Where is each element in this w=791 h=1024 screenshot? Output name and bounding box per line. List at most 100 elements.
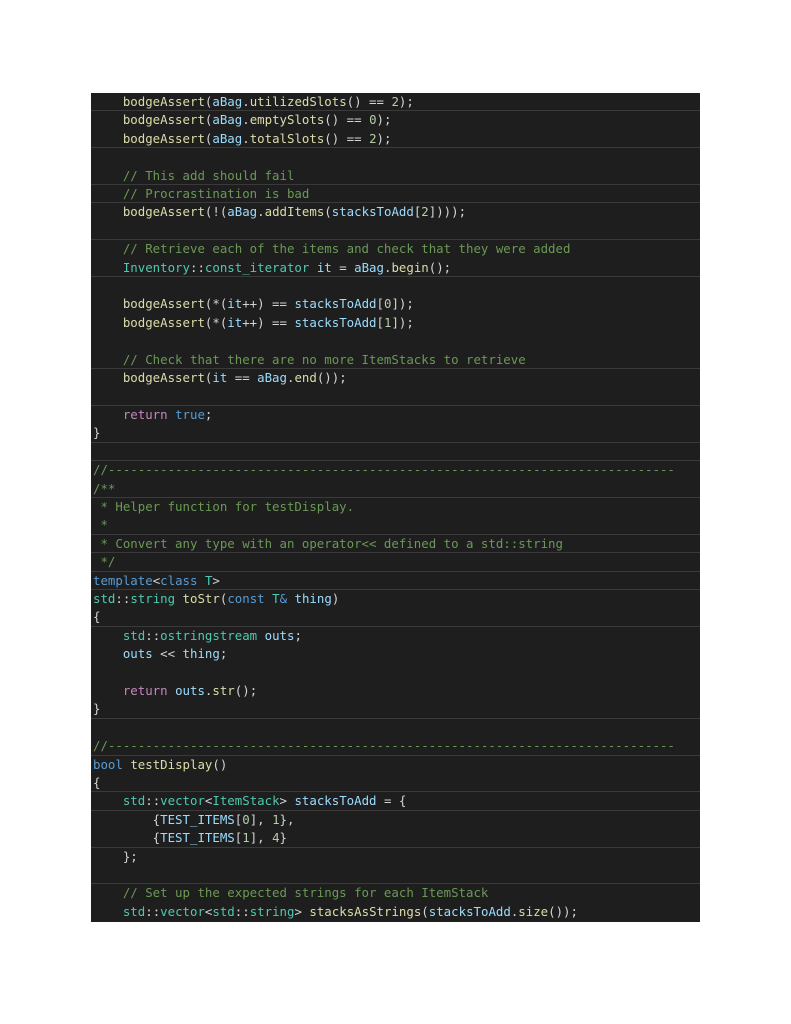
code-line[interactable]: }	[91, 700, 700, 719]
code-line[interactable]	[91, 719, 700, 737]
code-line[interactable]: std::vector<std::string> stacksAsStrings…	[91, 903, 700, 921]
code-type: T	[272, 590, 280, 606]
code-text: },	[279, 811, 295, 827]
code-text: );	[376, 112, 392, 128]
code-text: () ==	[324, 130, 370, 146]
code-line[interactable]: bodgeAssert(aBag.utilizedSlots() == 2);	[91, 93, 700, 112]
code-line[interactable]: {TEST_ITEMS[1], 4}	[91, 829, 700, 848]
code-line[interactable]	[91, 866, 700, 885]
code-text: () ==	[346, 94, 392, 109]
code-text: {	[93, 811, 161, 827]
code-line[interactable]: bodgeAssert(it == aBag.end());	[91, 369, 700, 387]
code-comment: //--------------------------------------…	[93, 462, 675, 478]
code-line[interactable]	[91, 388, 700, 406]
code-line[interactable]: bodgeAssert(aBag.emptySlots() == 0);	[91, 111, 700, 129]
code-line[interactable]: bool testDisplay()	[91, 756, 700, 774]
code-keyword: true	[175, 406, 205, 422]
code-line[interactable]: outs << thing;	[91, 645, 700, 663]
code-text: [	[376, 296, 384, 312]
code-line[interactable]: * Convert any type with an operator<< de…	[91, 535, 700, 554]
code-line[interactable]: bodgeAssert(*(it++) == stacksToAdd[1]);	[91, 314, 700, 332]
code-number: 1	[272, 811, 280, 827]
code-line[interactable]: * Helper function for testDisplay.	[91, 498, 700, 516]
code-variable: it	[227, 296, 243, 312]
code-number: 0	[369, 112, 377, 128]
code-line[interactable]: template<class T>	[91, 572, 700, 590]
code-comment: // This add should fail	[122, 167, 295, 183]
code-line[interactable]: // Check that there are no more ItemStac…	[91, 351, 700, 370]
code-line[interactable]: *	[91, 516, 700, 535]
code-type: Inventory	[122, 259, 190, 275]
code-line[interactable]: // Procrastination is bad	[91, 185, 700, 204]
code-variable: stacksToAdd	[294, 793, 377, 809]
code-line[interactable]: // Set up the expected strings for each …	[91, 884, 700, 902]
code-text: (!(	[204, 204, 228, 220]
code-function-name: addItems	[264, 204, 325, 220]
code-text: ]);	[391, 296, 414, 312]
code-variable: outs	[122, 646, 153, 662]
code-line[interactable]: std::ostringstream outs;	[91, 627, 700, 645]
code-function-name: totalSlots	[249, 130, 325, 146]
code-line[interactable]: {	[91, 608, 700, 627]
code-text: ],	[249, 811, 273, 827]
code-line[interactable]: std::string toStr(const T& thing)	[91, 590, 700, 608]
code-line[interactable]: std::vector<ItemStack> stacksToAdd = {	[91, 792, 700, 811]
code-number: 2	[391, 94, 399, 109]
code-line[interactable]	[91, 443, 700, 462]
code-line[interactable]: }	[91, 424, 700, 443]
code-line[interactable]: bodgeAssert(!(aBag.addItems(stacksToAdd[…	[91, 203, 700, 221]
code-keyword: const	[227, 590, 265, 606]
code-comment: *	[93, 517, 108, 533]
code-line[interactable]: //--------------------------------------…	[91, 737, 700, 756]
code-text: ++) ==	[242, 296, 295, 312]
code-line[interactable]: return true;	[91, 406, 700, 424]
code-editor-panel[interactable]: bodgeAssert(aBag.utilizedSlots() == 2); …	[91, 93, 700, 922]
code-line[interactable]: */	[91, 553, 700, 572]
code-text: ());	[548, 903, 578, 919]
code-function-name: stacksAsStrings	[309, 903, 422, 919]
code-line[interactable]	[91, 664, 700, 682]
code-text: ::	[145, 793, 161, 809]
code-line[interactable]: {TEST_ITEMS[0], 1},	[91, 811, 700, 829]
code-text: () ==	[324, 112, 370, 128]
code-function-name: bodgeAssert	[122, 296, 205, 312]
code-text: >	[212, 572, 220, 588]
code-function-name: bodgeAssert	[122, 204, 205, 220]
code-type: std	[122, 627, 146, 643]
code-line[interactable]: bodgeAssert(aBag.totalSlots() == 2);	[91, 130, 700, 149]
code-number: 2	[369, 130, 377, 146]
code-line[interactable]	[91, 222, 700, 241]
code-text: (*(	[204, 314, 228, 330]
code-text: (*(	[204, 296, 228, 312]
code-line[interactable]: /**	[91, 480, 700, 498]
code-line[interactable]	[91, 332, 700, 350]
code-text: ::	[145, 627, 161, 643]
code-line[interactable]: {	[91, 774, 700, 793]
code-keyword: template	[93, 572, 153, 588]
code-line[interactable]	[91, 277, 700, 295]
code-line[interactable]: bodgeAssert(*(it++) == stacksToAdd[0]);	[91, 295, 700, 313]
code-line[interactable]: // Retrieve each of the items and check …	[91, 240, 700, 258]
code-line[interactable]: return outs.str();	[91, 682, 700, 700]
code-line[interactable]: // This add should fail	[91, 167, 700, 186]
code-line[interactable]	[91, 148, 700, 166]
code-text: ());	[316, 370, 347, 386]
code-text: ==	[227, 370, 258, 386]
code-text: >	[279, 793, 295, 809]
code-line[interactable]: Inventory::const_iterator it = aBag.begi…	[91, 259, 700, 278]
code-line[interactable]: //--------------------------------------…	[91, 461, 700, 479]
code-text: {	[93, 609, 101, 625]
code-line[interactable]: };	[91, 848, 700, 866]
code-comment: // Procrastination is bad	[122, 186, 310, 202]
